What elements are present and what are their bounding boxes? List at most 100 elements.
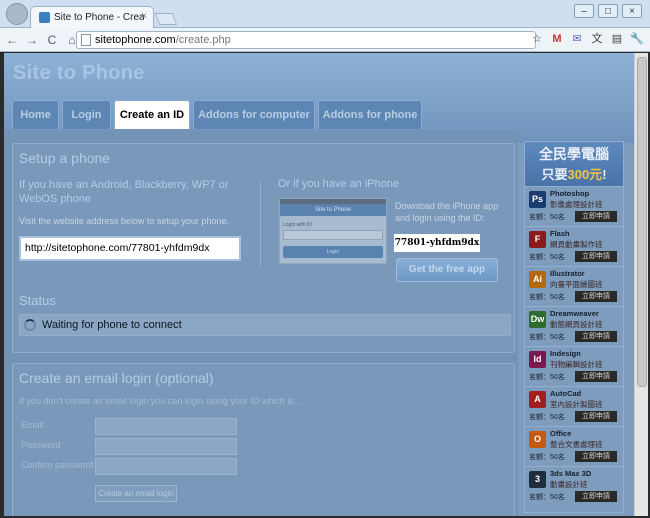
page-menu-icon[interactable]: ▤: [610, 32, 624, 46]
main-content: Setup a phone If you have an Android, Bl…: [4, 130, 518, 516]
url-text: sitetophone.com/create.php: [95, 34, 231, 46]
apply-now-button[interactable]: 立即申請: [575, 331, 617, 342]
site-favicon-icon: [39, 12, 50, 23]
apply-now-button[interactable]: 立即申請: [575, 451, 617, 462]
translate-icon[interactable]: 文: [590, 32, 604, 46]
ad-sidebar[interactable]: 全民學電腦 只要300元! Ps Photoshop 影像處理設計班 名額：50名 立即…: [524, 141, 624, 513]
address-bar[interactable]: sitetophone.com/create.php: [76, 31, 536, 49]
ad-banner-title: 全民學電腦: [539, 146, 609, 162]
browser-tabstrip: Site to Phone - Create a S × – □ ×: [0, 0, 650, 28]
course-name: Office: [550, 429, 572, 438]
iphone-app-screenshot: Site to Phone Login with ID Login: [279, 198, 387, 264]
ad-course-list: Ps Photoshop 影像處理設計班 名額：50名 立即申請 F Flash 網頁動畫製作…: [525, 186, 623, 506]
course-name: Dreamweaver: [550, 309, 599, 318]
nav-tab-login[interactable]: Login: [62, 100, 111, 129]
page-scrollbar[interactable]: [634, 53, 648, 516]
ad-course-item[interactable]: O Office 整合文書處理班 名額：50名 立即申請: [525, 426, 623, 466]
apply-now-button[interactable]: 立即申請: [575, 251, 617, 262]
course-quota: 名額：50名: [529, 414, 565, 421]
course-subtitle: 整合文書處理班: [550, 440, 603, 449]
course-subtitle: 影像處理設計班: [550, 200, 603, 209]
ad-banner-price: 只要300元!: [541, 167, 607, 182]
course-subtitle: 刊物編輯設計班: [550, 360, 603, 369]
confirm-password-field[interactable]: [95, 458, 237, 475]
course-subtitle: 動態網頁設計班: [550, 320, 603, 329]
site-title: Site to Phone: [13, 62, 145, 84]
scrollbar-thumb[interactable]: [637, 57, 647, 387]
apply-now-button[interactable]: 立即申請: [575, 491, 617, 502]
column-divider: [260, 182, 261, 266]
ad-course-item[interactable]: 3 3ds Max 3D 動畫設計班名額：50名 立即申請: [525, 466, 623, 506]
extension-bar: ☆ M ✉ 文 ▤ 🔧: [530, 32, 644, 46]
course-quota: 名額：50名: [529, 294, 565, 301]
tab-close-icon[interactable]: ×: [141, 11, 147, 22]
back-button[interactable]: ←: [4, 33, 20, 47]
setup-url-field[interactable]: http://sitetophone.com/77801-yhfdm9dx: [19, 236, 241, 261]
nav-tab-addons-phone[interactable]: Addons for phone: [318, 100, 422, 129]
email-label: Email: [21, 420, 44, 430]
phone-id-badge: 77801-yhfdm9dx: [394, 234, 480, 252]
maximize-button[interactable]: □: [598, 4, 618, 18]
course-quota: 名額：50名: [529, 254, 565, 261]
course-app-icon: Ai: [529, 271, 546, 288]
profile-avatar-icon[interactable]: [6, 3, 28, 25]
course-subtitle: 動畫設計班: [550, 480, 588, 489]
ad-banner[interactable]: 全民學電腦 只要300元!: [525, 142, 623, 186]
course-app-icon: 3: [529, 471, 546, 488]
course-name: Indesign: [550, 349, 581, 358]
reload-button[interactable]: C: [44, 33, 60, 47]
create-email-login-button[interactable]: Create an email login: [95, 485, 177, 502]
email-description: If you don't create an email login you c…: [19, 396, 302, 406]
wrench-icon[interactable]: 🔧: [630, 32, 644, 46]
spinner-icon: [24, 319, 36, 331]
download-instructions: Download the iPhone app and login using …: [395, 201, 499, 223]
new-tab-button[interactable]: [154, 13, 178, 25]
apply-now-button[interactable]: 立即申請: [575, 371, 617, 382]
ad-course-item[interactable]: Dw Dreamweaver 動態網頁設計班名額：50名 立即申請: [525, 306, 623, 346]
mail-icon[interactable]: ✉: [570, 32, 584, 46]
course-app-icon: Dw: [529, 311, 546, 328]
close-window-button[interactable]: ×: [622, 4, 642, 18]
ad-course-item[interactable]: Ps Photoshop 影像處理設計班 名額：50名 立即申請: [525, 186, 623, 226]
get-free-app-button[interactable]: Get the free app: [396, 258, 498, 282]
course-quota: 名額：50名: [529, 454, 565, 461]
visit-instructions: Visit the website address below to setup…: [19, 216, 229, 226]
window-controls: – □ ×: [574, 4, 642, 18]
apply-now-button[interactable]: 立即申請: [575, 291, 617, 302]
ad-course-item[interactable]: Ai Illustrator 向量平面繪圖班名額：50名 立即申請: [525, 266, 623, 306]
nav-tab-home[interactable]: Home: [12, 100, 59, 129]
apply-now-button[interactable]: 立即申請: [575, 411, 617, 422]
course-name: Photoshop: [550, 189, 590, 198]
course-quota: 名額：50名: [529, 494, 565, 501]
course-app-icon: A: [529, 391, 546, 408]
browser-tab[interactable]: Site to Phone - Create a S ×: [30, 6, 154, 28]
site-nav: Home Login Create an ID Addons for compu…: [12, 100, 422, 129]
forward-button[interactable]: →: [24, 33, 40, 47]
course-subtitle: 向量平面繪圖班: [550, 280, 603, 289]
course-subtitle: 室內設計製圖班: [550, 400, 603, 409]
course-name: AutoCad: [550, 389, 582, 398]
nav-tab-create-id[interactable]: Create an ID: [114, 100, 190, 129]
ad-course-item[interactable]: A AutoCad 室內設計製圖班名額：50名 立即申請: [525, 386, 623, 426]
course-name: Illustrator: [550, 269, 585, 278]
password-field[interactable]: [95, 438, 237, 455]
course-app-icon: Ps: [529, 191, 546, 208]
page-viewport: Site to Phone Home Login Create an ID Ad…: [4, 53, 634, 516]
bookmark-star-icon[interactable]: ☆: [530, 32, 544, 46]
course-name: 3ds Max 3D: [550, 469, 592, 478]
ad-course-item[interactable]: F Flash 網頁動畫製作班 名額：50名 立即申請: [525, 226, 623, 266]
minimize-button[interactable]: –: [574, 4, 594, 18]
course-quota: 名額：50名: [529, 334, 565, 341]
tab-title: Site to Phone - Create a S: [54, 12, 144, 23]
apply-now-button[interactable]: 立即申請: [575, 211, 617, 222]
iphone-heading: Or if you have an iPhone: [278, 178, 400, 190]
email-field[interactable]: [95, 418, 237, 435]
setup-panel: Setup a phone If you have an Android, Bl…: [12, 143, 515, 353]
ad-course-item[interactable]: Id Indesign 刊物編輯設計班 名額：50名 立即申請: [525, 346, 623, 386]
nav-tab-addons-computer[interactable]: Addons for computer: [193, 100, 315, 129]
android-heading: If you have an Android, Blackberry, WP7 …: [19, 179, 229, 205]
status-text: Waiting for phone to connect: [42, 319, 182, 331]
status-box: Waiting for phone to connect: [19, 314, 511, 336]
course-subtitle: 網頁動畫製作班: [550, 240, 603, 249]
gmail-icon[interactable]: M: [550, 32, 564, 46]
